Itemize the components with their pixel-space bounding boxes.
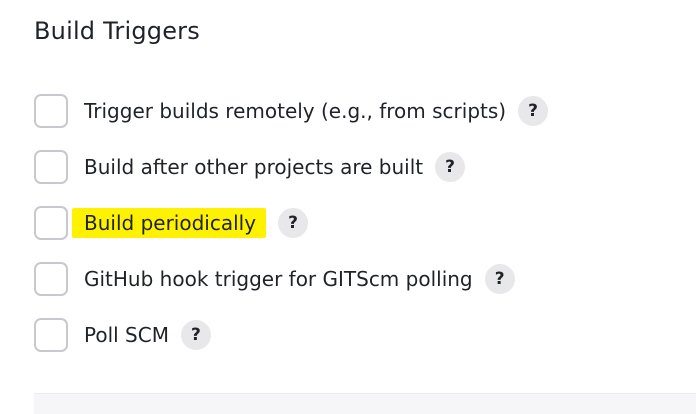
poll-scm-checkbox[interactable]: [34, 318, 68, 352]
trigger-remotely-checkbox[interactable]: [34, 94, 68, 128]
option-poll-scm: Poll SCM ?: [34, 318, 684, 352]
option-build-periodically: Build periodically ?: [34, 206, 684, 240]
trigger-remotely-label[interactable]: Trigger builds remotely (e.g., from scri…: [84, 96, 506, 126]
build-after-other-projects-label[interactable]: Build after other projects are built: [84, 152, 423, 182]
github-hook-trigger-checkbox[interactable]: [34, 262, 68, 296]
option-trigger-remotely: Trigger builds remotely (e.g., from scri…: [34, 94, 684, 128]
option-build-after-other-projects: Build after other projects are built ?: [34, 150, 684, 184]
build-periodically-checkbox[interactable]: [34, 206, 68, 240]
build-triggers-page: Build Triggers Trigger builds remotely (…: [0, 0, 696, 414]
section-title: Build Triggers: [34, 17, 200, 45]
build-periodically-label[interactable]: Build periodically: [72, 208, 267, 238]
github-hook-trigger-label[interactable]: GitHub hook trigger for GITScm polling: [84, 264, 473, 294]
help-icon[interactable]: ?: [180, 320, 211, 350]
section-divider: [34, 393, 696, 414]
trigger-options-list: Trigger builds remotely (e.g., from scri…: [34, 94, 684, 374]
help-icon[interactable]: ?: [484, 264, 515, 294]
help-icon[interactable]: ?: [278, 208, 309, 238]
poll-scm-label[interactable]: Poll SCM: [84, 320, 169, 350]
build-after-other-projects-checkbox[interactable]: [34, 150, 68, 184]
help-icon[interactable]: ?: [518, 96, 549, 126]
option-github-hook-trigger: GitHub hook trigger for GITScm polling ?: [34, 262, 684, 296]
help-icon[interactable]: ?: [435, 152, 466, 182]
